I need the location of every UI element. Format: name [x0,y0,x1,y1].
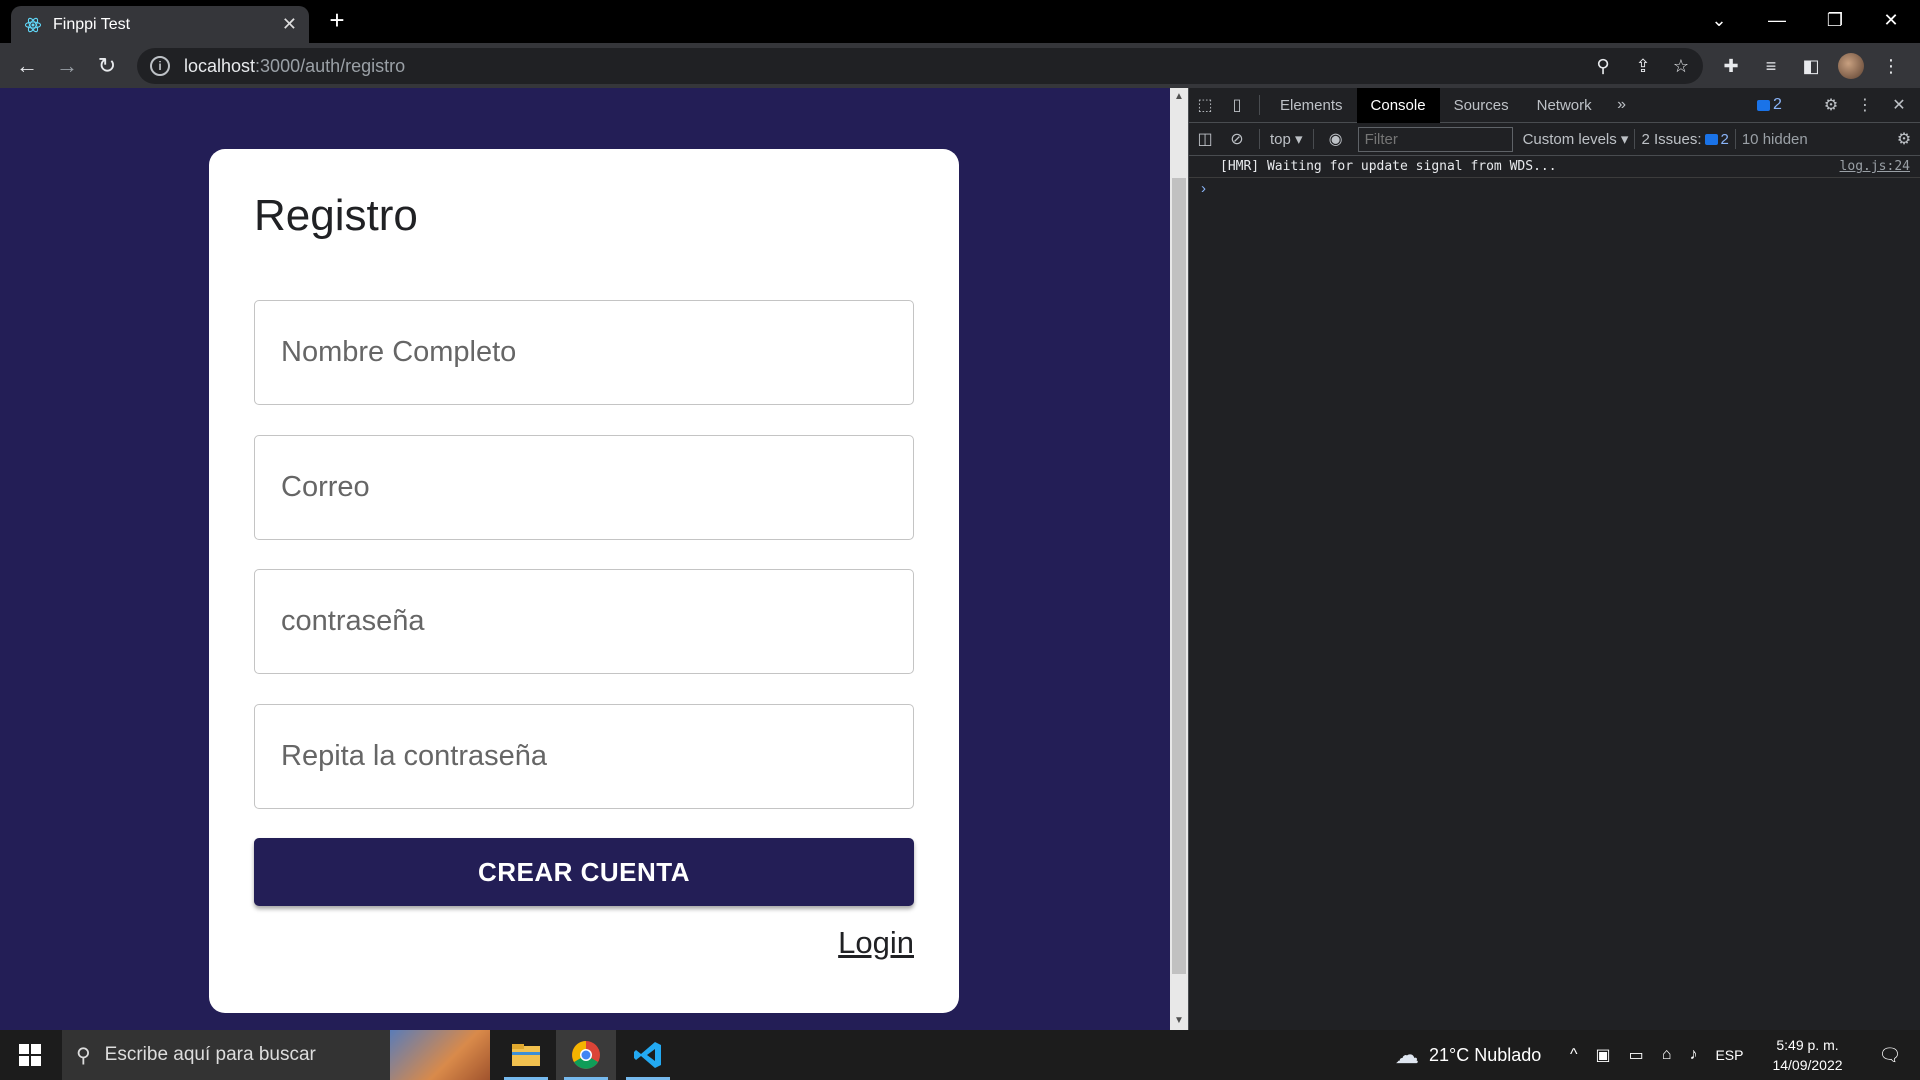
clock-time: 5:49 p. m. [1776,1037,1839,1053]
menu-icon[interactable]: ⋮ [1874,49,1908,83]
search-highlight-image [390,1030,490,1080]
console-prompt[interactable]: › [1189,178,1920,200]
address-bar[interactable]: i localhost:3000/auth/registro ⚲ ⇪ ☆ [137,48,1703,84]
new-tab-button[interactable]: + [322,6,352,36]
zoom-icon[interactable]: ⚲ [1586,48,1620,84]
search-placeholder: Escribe aquí para buscar [104,1044,316,1065]
email-field[interactable] [254,435,914,540]
inspect-icon[interactable]: ⬚ [1189,88,1221,123]
password-input[interactable] [255,570,913,673]
page-scrollbar[interactable]: ▲ ▼ [1170,88,1188,1030]
restore-button[interactable]: ❐ [1806,0,1864,40]
full-name-input[interactable] [255,301,913,404]
messages-badge[interactable]: 2 [1757,96,1782,114]
clock[interactable]: 5:49 p. m. 14/09/2022 [1760,1030,1855,1080]
close-window-button[interactable]: ✕ [1862,0,1920,40]
minimize-button[interactable]: — [1748,0,1806,40]
device-toggle-icon[interactable]: ▯ [1221,88,1253,123]
login-link[interactable]: Login [838,925,914,961]
windows-start-icon[interactable] [0,1030,60,1080]
levels-select[interactable]: Custom levels ▾ [1523,130,1629,148]
url-text[interactable]: localhost:3000/auth/registro [184,56,405,77]
tab-title: Finppi Test [53,15,131,33]
back-icon[interactable]: ← [10,49,44,83]
issues-icon [1704,133,1718,145]
live-expression-eye-icon[interactable]: ◉ [1320,122,1352,157]
chrome-icon[interactable] [556,1030,616,1080]
volume-icon[interactable]: ♪ [1689,1046,1697,1064]
message-icon [1757,99,1770,111]
console-settings-icon[interactable]: ⚙ [1888,122,1920,157]
browser-tabstrip: Finppi Test ✕ + ⌄ — ❐ ✕ [0,0,1920,43]
more-tabs-icon[interactable]: » [1606,88,1638,123]
console-message: [HMR] Waiting for update signal from WDS… [1189,156,1920,178]
scroll-up-icon[interactable]: ▲ [1170,88,1188,106]
filter-input[interactable] [1357,126,1513,152]
context-select[interactable]: top ▾ [1266,130,1307,148]
chevron-up-icon[interactable]: ^ [1570,1046,1578,1064]
weather-text: 21°C Nublado [1429,1044,1542,1065]
weather-widget[interactable]: ☁ 21°C Nublado [1395,1030,1541,1080]
extensions-icon[interactable]: ✚ [1714,49,1748,83]
email-input[interactable] [255,436,913,539]
file-explorer-icon[interactable] [496,1030,556,1080]
sidebar-toggle-icon[interactable]: ◫ [1189,122,1221,157]
forward-icon[interactable]: → [50,49,84,83]
console-message-text: [HMR] Waiting for update signal from WDS… [1220,159,1557,174]
bookmark-star-icon[interactable]: ☆ [1664,48,1698,84]
full-name-field[interactable] [254,300,914,405]
tab-elements[interactable]: Elements [1266,88,1357,123]
devtools-panel: ⬚ ▯ Elements Console Sources Network » 2… [1188,87,1920,1030]
register-card: Registro CREAR CUENTA Login [209,149,959,1013]
password-field[interactable] [254,569,914,674]
settings-gear-icon[interactable]: ⚙ [1815,88,1847,123]
react-icon [23,15,43,35]
devtools-tabbar: ⬚ ▯ Elements Console Sources Network » 2… [1189,87,1920,123]
close-tab-icon[interactable]: ✕ [282,14,297,35]
create-account-button[interactable]: CREAR CUENTA [254,838,914,906]
repeat-password-input[interactable] [255,705,913,808]
repeat-password-field[interactable] [254,704,914,809]
scroll-down-icon[interactable]: ▼ [1170,1012,1188,1030]
network-icon[interactable]: ⌂ [1662,1046,1672,1064]
page-title: Registro [254,191,418,240]
close-devtools-icon[interactable]: ✕ [1883,88,1915,123]
taskbar-search[interactable]: ⚲ Escribe aquí para buscar [62,1030,490,1080]
clear-console-icon[interactable]: ⊘ [1221,122,1253,157]
tab-console[interactable]: Console [1356,87,1440,123]
browser-toolbar: ← → ↻ i localhost:3000/auth/registro ⚲ ⇪… [0,43,1920,88]
tab-search-icon[interactable]: ⌄ [1690,0,1748,40]
media-icon[interactable]: ≡ [1754,49,1788,83]
battery-icon[interactable]: ▭ [1629,1045,1644,1065]
language-indicator[interactable]: ESP [1715,1047,1743,1063]
issues-badge[interactable]: 2 Issues: 2 [1641,131,1728,148]
browser-tab[interactable]: Finppi Test ✕ [11,6,309,43]
hidden-count: 10 hidden [1741,130,1808,148]
info-icon[interactable]: i [150,56,170,76]
search-icon: ⚲ [76,1044,91,1067]
profile-avatar[interactable] [1834,49,1868,83]
console-toolbar: ◫ ⊘ top ▾ ◉ Custom levels ▾ 2 Issues: 2 … [1189,123,1920,156]
windows-taskbar: ⚲ Escribe aquí para buscar ☁ 21°C Nublad… [0,1030,1920,1080]
console-source-link[interactable]: log.js:24 [1840,159,1910,174]
cloud-icon: ☁ [1395,1041,1419,1069]
tab-network[interactable]: Network [1523,88,1606,123]
notifications-icon[interactable]: 🗨 [1865,1030,1915,1080]
clock-date: 14/09/2022 [1772,1057,1843,1073]
vscode-icon[interactable] [618,1030,678,1080]
tab-sources[interactable]: Sources [1440,88,1523,123]
system-tray: ^ ▣ ▭ ⌂ ♪ ESP [1570,1030,1743,1080]
meet-now-icon[interactable]: ▣ [1596,1045,1611,1065]
devtools-menu-icon[interactable]: ⋮ [1849,88,1881,123]
share-icon[interactable]: ⇪ [1626,48,1660,84]
reload-icon[interactable]: ↻ [90,49,124,83]
page-viewport: Registro CREAR CUENTA Login [0,88,1170,1030]
scrollbar-thumb[interactable] [1172,178,1186,974]
side-panel-icon[interactable]: ◧ [1794,49,1828,83]
